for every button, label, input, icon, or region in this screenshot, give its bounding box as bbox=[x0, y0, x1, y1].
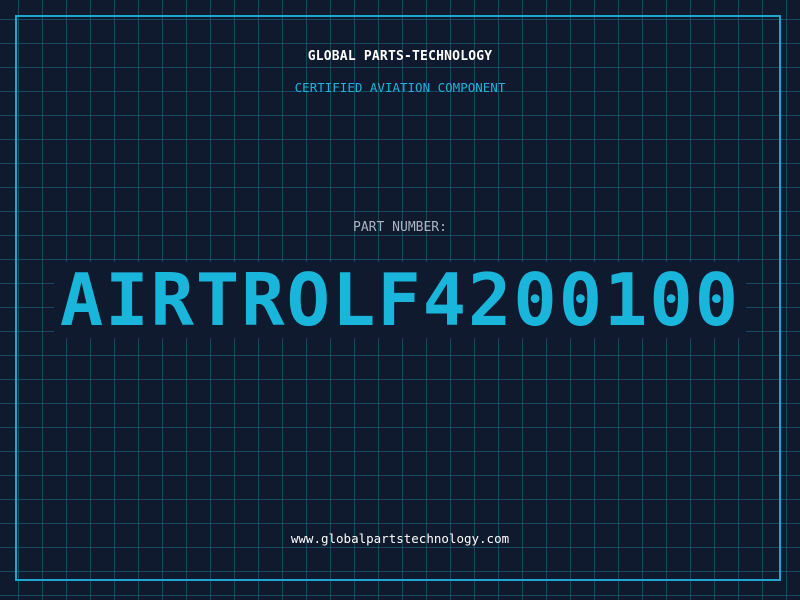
part-number-container: AIRTROLF4200100 bbox=[0, 262, 800, 338]
website-url: www.globalpartstechnology.com bbox=[290, 531, 510, 546]
certificate-card: GLOBAL PARTS-TECHNOLOGY CERTIFIED AVIATI… bbox=[0, 0, 800, 600]
certification-subtitle: CERTIFIED AVIATION COMPONENT bbox=[294, 80, 506, 95]
company-name: GLOBAL PARTS-TECHNOLOGY bbox=[307, 49, 493, 64]
part-number-value: AIRTROLF4200100 bbox=[53, 262, 747, 338]
part-number-label: PART NUMBER: bbox=[353, 220, 447, 235]
